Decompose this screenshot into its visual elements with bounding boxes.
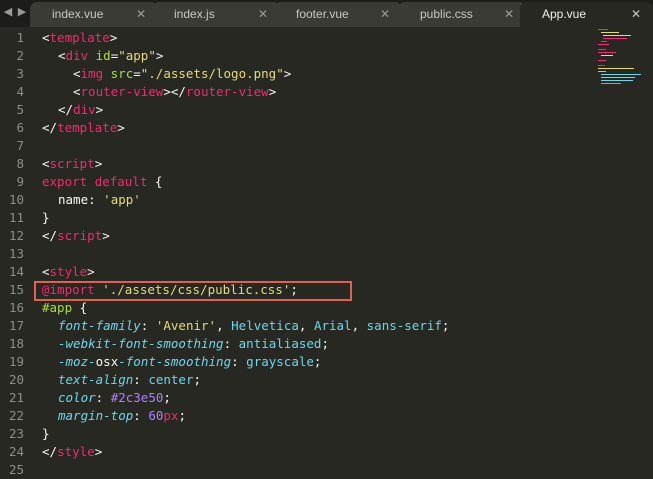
line-number: 20 [8, 372, 24, 387]
tab-label: footer.vue [296, 7, 349, 21]
code-line: #app { [42, 300, 88, 315]
code-line: <img src="./assets/logo.png"> [73, 66, 292, 81]
line-number: 9 [16, 174, 24, 189]
close-icon[interactable]: ✕ [504, 2, 514, 27]
line-number: 2 [16, 48, 24, 63]
tab-label: App.vue [542, 7, 587, 21]
line-number: 18 [8, 336, 24, 351]
line-number: 10 [8, 192, 24, 207]
code-line: </style> [42, 444, 103, 459]
code-line: } [42, 210, 50, 225]
line-number: 1 [16, 30, 24, 45]
minimap[interactable] [596, 27, 646, 87]
line-number: 7 [16, 138, 24, 153]
tab-scroll-left-icon[interactable]: ◀ [1, 5, 15, 19]
tab-scroll-right-icon[interactable]: ▶ [15, 5, 29, 19]
code-line: <router-view></router-view> [73, 84, 277, 99]
code-line: margin-top: 60px; [58, 408, 186, 423]
line-number: 6 [16, 120, 24, 135]
close-icon[interactable]: ✕ [380, 2, 390, 27]
import-highlight-box [34, 281, 352, 301]
code-line: color: #2c3e50; [58, 390, 171, 405]
line-number: 17 [8, 318, 24, 333]
close-icon[interactable]: ✕ [136, 2, 146, 27]
code-editor[interactable]: 1 2 3 4 5 6 7 8 9 10 11 12 13 14 15 16 1… [0, 27, 653, 477]
tab-public-css[interactable]: public.css ✕ [398, 2, 526, 27]
line-number: 23 [8, 426, 24, 441]
code-line: -moz-osx-font-smoothing: grayscale; [58, 354, 322, 369]
tab-label: index.js [174, 7, 215, 21]
tab-index-vue[interactable]: index.vue ✕ [30, 2, 158, 27]
line-number: 5 [16, 102, 24, 117]
line-number: 13 [8, 246, 24, 261]
code-line: name: 'app' [58, 192, 141, 207]
line-number: 14 [8, 264, 24, 279]
tab-app-vue[interactable]: App.vue ✕ [520, 2, 653, 27]
code-line: font-family: 'Avenir', Helvetica, Arial,… [58, 318, 450, 333]
code-line: </div> [58, 102, 104, 117]
close-icon[interactable]: ✕ [631, 2, 641, 27]
line-number: 19 [8, 354, 24, 369]
line-number: 16 [8, 300, 24, 315]
code-line: export default { [42, 174, 163, 189]
line-number: 22 [8, 408, 24, 423]
code-line: <div id="app"> [58, 48, 164, 63]
tab-label: public.css [420, 7, 473, 21]
line-number: 11 [8, 210, 24, 225]
code-line: text-align: center; [58, 372, 202, 387]
tab-footer-vue[interactable]: footer.vue ✕ [274, 2, 402, 27]
code-line: </script> [42, 228, 110, 243]
line-number: 4 [16, 84, 24, 99]
line-number: 21 [8, 390, 24, 405]
tab-bar: ◀ ▶ index.vue ✕ index.js ✕ footer.vue ✕ … [0, 0, 653, 27]
line-number: 3 [16, 66, 24, 81]
tab-label: index.vue [52, 7, 104, 21]
code-line: } [42, 426, 50, 441]
code-line: </template> [42, 120, 125, 135]
line-number: 8 [16, 156, 24, 171]
code-line: <script> [42, 156, 103, 171]
line-number: 12 [8, 228, 24, 243]
code-line: -webkit-font-smoothing: antialiased; [58, 336, 329, 351]
tab-index-js[interactable]: index.js ✕ [152, 2, 280, 27]
line-number: 24 [8, 444, 24, 459]
code-line: <style> [42, 264, 95, 279]
line-number: 15 [8, 282, 24, 297]
line-number-gutter: 1 2 3 4 5 6 7 8 9 10 11 12 13 14 15 16 1… [0, 27, 28, 477]
close-icon[interactable]: ✕ [258, 2, 268, 27]
code-line: <template> [42, 30, 118, 45]
